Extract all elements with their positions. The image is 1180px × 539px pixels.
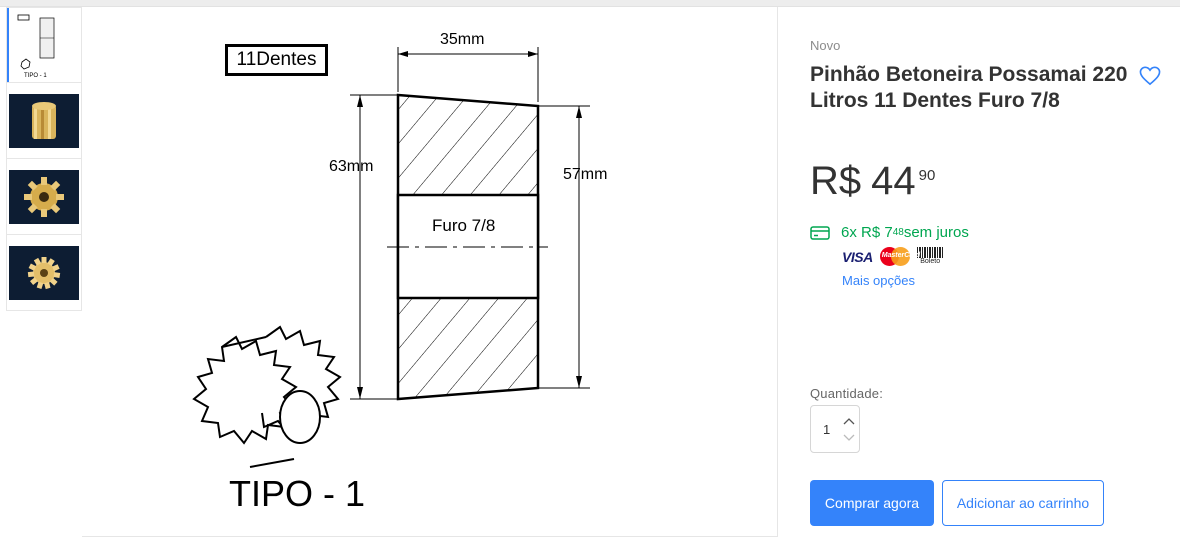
thumbnail-4[interactable]	[6, 235, 82, 311]
quantity-value: 1	[823, 422, 831, 437]
boleto-logo: Boleto	[916, 247, 944, 266]
thumbnail-1[interactable]: TIPO - 1	[6, 7, 82, 83]
price-currency: R$	[810, 159, 862, 203]
installments: 6x R$ 7 48 sem juros	[810, 224, 969, 241]
quantity-label: Quantidade:	[810, 386, 884, 401]
heart-icon[interactable]	[1139, 66, 1161, 86]
payment-methods: VISA MasterCard Boleto	[842, 247, 944, 266]
brass-gear-image	[32, 101, 56, 139]
thumbnail-drawing-image: TIPO - 1	[17, 14, 55, 79]
add-to-cart-button[interactable]: Adicionar ao carrinho	[942, 480, 1104, 526]
more-payment-options-link[interactable]: Mais opções	[842, 273, 915, 288]
condition-label: Novo	[810, 38, 841, 53]
installments-suffix: sem juros	[903, 224, 969, 241]
buy-now-button[interactable]: Comprar agora	[810, 480, 934, 526]
installments-cents: 48	[892, 227, 904, 238]
product-page: TIPO - 1 11Dentes 35mm 63mm 57mm Furo 7/…	[0, 0, 1180, 539]
gear-sketch	[192, 325, 342, 468]
type-label: TIPO - 1	[229, 473, 366, 514]
brass-gear-image	[24, 176, 64, 217]
price-integer: 44	[871, 159, 916, 203]
product-title: Pinhão Betoneira Possamai 220 Litros 11 …	[810, 63, 1128, 112]
thumbnail-2[interactable]	[6, 83, 82, 159]
chevron-up-icon[interactable]	[843, 416, 855, 426]
chevron-down-icon[interactable]	[843, 433, 855, 443]
product-info-panel: Novo Pinhão Betoneira Possamai 220 Litro…	[810, 7, 1180, 539]
gear-photo-thumb	[9, 93, 79, 148]
credit-card-icon	[810, 225, 830, 240]
brass-gear-image	[27, 256, 61, 289]
visa-logo: VISA	[842, 248, 873, 265]
main-product-image[interactable]: 11Dentes 35mm 63mm 57mm Furo 7/8 TIPO - …	[82, 7, 778, 537]
installments-prefix: 6x R$ 7	[841, 224, 893, 241]
price: R$ 44 90	[810, 159, 935, 204]
price-cents: 90	[918, 167, 936, 184]
technical-drawing	[192, 47, 590, 468]
bore-label: Furo 7/8	[432, 216, 496, 235]
thumbnail-3[interactable]	[6, 159, 82, 235]
width-dimension-label: 35mm	[440, 31, 485, 48]
teeth-count-label: 11Dentes	[225, 44, 328, 76]
quantity-stepper[interactable]: 1	[810, 405, 860, 453]
thumbnail-caption: TIPO - 1	[24, 73, 47, 79]
boleto-text: Boleto	[920, 258, 941, 265]
thumbnail-strip: TIPO - 1	[6, 7, 82, 311]
gear-photo-thumb	[9, 169, 79, 224]
right-height-dimension-label: 57mm	[563, 166, 608, 183]
mastercard-logo: MasterCard	[879, 247, 920, 266]
top-divider	[0, 0, 1180, 7]
gear-photo-thumb	[9, 245, 79, 300]
left-height-dimension-label: 63mm	[329, 158, 374, 175]
